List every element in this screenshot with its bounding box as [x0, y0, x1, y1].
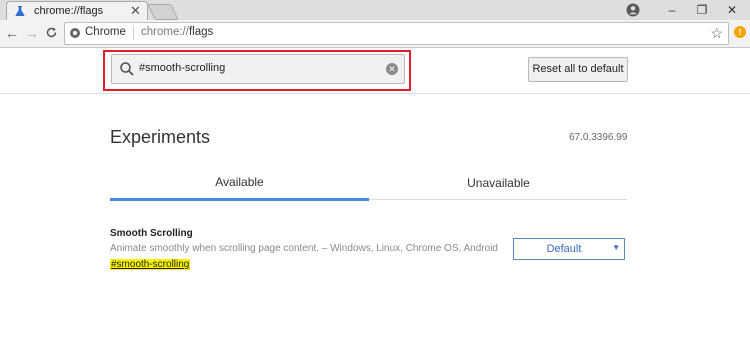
forward-icon[interactable]: → [25, 25, 39, 41]
reload-icon[interactable] [45, 26, 58, 39]
flags-search-input[interactable]: #smooth-scrolling ✕ [111, 54, 405, 84]
close-window-icon[interactable]: ✕ [722, 2, 742, 18]
reset-all-button[interactable]: Reset all to default [528, 57, 628, 82]
page-info-icon[interactable] [70, 28, 80, 38]
address-bar[interactable]: Chrome chrome://flags ☆ [64, 22, 729, 45]
url-text[interactable]: chrome://flags [141, 26, 213, 38]
extension-alert-icon[interactable]: ! [734, 26, 746, 38]
browser-tab[interactable]: chrome://flags ✕ [6, 1, 148, 21]
security-chip: Chrome [85, 26, 126, 38]
page-title: Experiments [110, 127, 211, 147]
tab-unavailable[interactable]: Unavailable [369, 176, 628, 190]
clear-search-icon[interactable]: ✕ [386, 63, 398, 75]
tab-available[interactable]: Available [110, 175, 369, 189]
minimize-icon[interactable]: – [662, 2, 682, 18]
experiment-state-select[interactable]: Default ▼ [513, 238, 625, 260]
toolbar: ← → Chrome chrome://flags ☆ ! [0, 20, 750, 48]
version-label: 67.0.3396.99 [569, 132, 628, 143]
tab-title: chrome://flags [34, 5, 104, 17]
dropdown-arrow-icon: ▼ [612, 243, 620, 252]
omnibox-divider [133, 26, 134, 40]
active-tab-indicator [110, 198, 369, 201]
bookmark-star-icon[interactable]: ☆ [710, 24, 723, 42]
experiment-description: Animate smoothly when scrolling page con… [110, 243, 498, 254]
url-scheme: chrome:// [141, 26, 189, 38]
experiment-title: Smooth Scrolling [110, 228, 193, 239]
flags-header: #smooth-scrolling ✕ Reset all to default [0, 48, 750, 94]
search-value: #smooth-scrolling [139, 62, 226, 74]
new-tab-button[interactable] [147, 4, 179, 20]
url-path: flags [188, 26, 214, 38]
flask-icon [15, 6, 25, 16]
tab-strip: chrome://flags ✕ – ❐ ✕ [0, 0, 750, 21]
profile-icon[interactable] [626, 3, 640, 17]
search-icon [120, 62, 134, 76]
back-icon[interactable]: ← [5, 25, 19, 41]
experiment-anchor-link[interactable]: #smooth-scrolling [110, 259, 191, 270]
select-value: Default [546, 243, 582, 255]
restore-icon[interactable]: ❐ [692, 2, 712, 18]
tab-close-icon[interactable]: ✕ [130, 3, 141, 19]
